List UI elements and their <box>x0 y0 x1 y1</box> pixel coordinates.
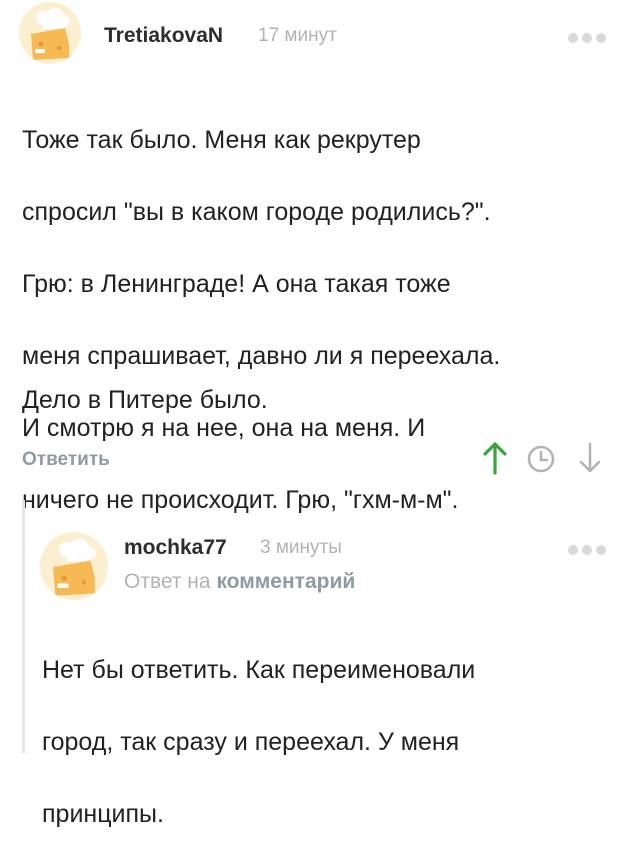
reply-button[interactable]: Ответить <box>22 449 110 471</box>
more-dots-icon[interactable] <box>568 33 606 43</box>
comment-line: меня спрашивает, давно ли я переехала. <box>22 342 501 370</box>
reply-line: принципы. <box>42 800 164 828</box>
reply-author-avatar[interactable] <box>40 532 108 600</box>
reply-line: город, так сразу и переехал. У меня <box>42 728 460 756</box>
comment-line: Тоже так было. Меня как рекрутер <box>22 126 421 154</box>
reply-to: Ответ на комментарий <box>124 570 355 594</box>
comment-line: Грю: в Ленинграде! А она такая тоже <box>22 270 451 298</box>
reply-to-prefix: Ответ на <box>124 570 211 593</box>
comment-line: ничего не происходит. Грю, "гхм-м-м". <box>22 486 459 514</box>
reply-to-link[interactable]: комментарий <box>216 570 355 593</box>
author-avatar[interactable] <box>19 2 81 64</box>
arrow-up-icon[interactable] <box>480 440 510 476</box>
comment-text-extra: Дело в Питере было. <box>22 386 268 414</box>
comment-author[interactable]: TretiakovaN <box>104 24 223 48</box>
reply-time: 3 минуты <box>260 537 342 558</box>
comment-text: Тоже так было. Меня как рекрутер спросил… <box>22 86 500 554</box>
more-dots-icon[interactable] <box>568 545 606 555</box>
thread-line[interactable] <box>22 500 25 753</box>
comment-time: 17 минут <box>258 25 337 46</box>
reply-author[interactable]: mochka77 <box>124 536 227 560</box>
cheese-chef-avatar-icon <box>19 2 81 64</box>
arrow-down-icon[interactable] <box>575 440 605 476</box>
clock-icon[interactable] <box>525 443 557 475</box>
reply-text: Нет бы ответить. Как переименовали город… <box>42 616 475 868</box>
comment-line: спросил "вы в каком городе родились?". <box>22 198 491 226</box>
reply-line: Нет бы ответить. Как переименовали <box>42 656 476 684</box>
cheese-chef-avatar-icon <box>40 532 108 600</box>
